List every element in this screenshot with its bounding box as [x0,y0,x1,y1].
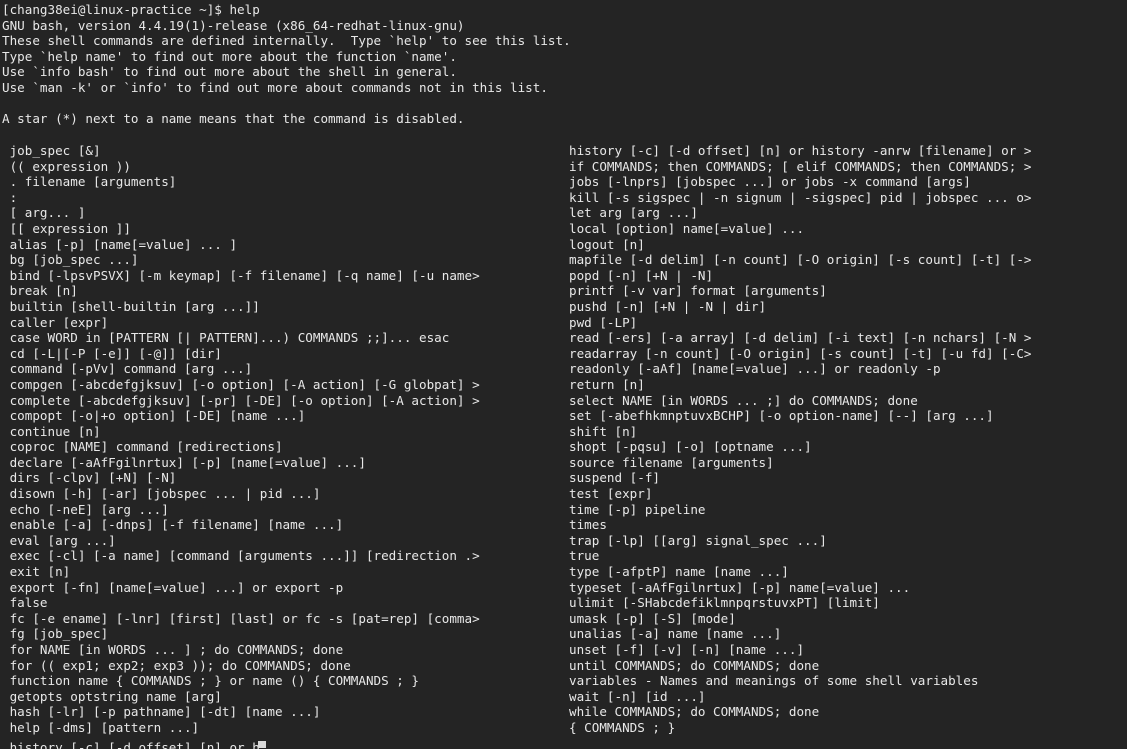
builtin-entry: shift [n] [569,423,638,439]
builtin-entry: shopt [-pqsu] [-o] [optname ...] [569,439,812,455]
builtin-entry: while COMMANDS; do COMMANDS; done [569,704,820,720]
builtin-entry: cd [-L|[-P [-e]] [-@]] [dir] [2,345,222,361]
builtin-entry: function name { COMMANDS ; } or name () … [2,673,420,689]
builtin-entry: select NAME [in WORDS ... ;] do COMMANDS… [569,392,918,408]
builtin-entry: help [-dms] [pattern ...] [2,719,200,735]
builtin-entry: dirs [-clpv] [+N] [-N] [2,470,177,486]
builtin-entry: printf [-v var] format [arguments] [569,283,827,299]
builtin-entry: bg [job_spec ...] [2,252,139,268]
builtin-entry: enable [-a] [-dnps] [-f filename] [name … [2,517,344,533]
builtin-entry: return [n] [569,376,645,392]
builtin-entry: variables - Names and meanings of some s… [569,673,979,689]
builtin-entry: local [option] name[=value] ... [569,220,805,236]
builtin-list-left-column: job_spec [&] (( expression )) . filename… [2,143,567,736]
builtin-list-right-column: history [-c] [-d offset] [n] or history … [569,143,1127,736]
builtin-entry: [[ expression ]] [2,220,131,236]
prompt-line: [chang38ei@linux-practice ~]$ help [2,2,260,17]
builtin-entry: true [569,548,600,564]
builtin-entry: fc [-e ename] [-lnr] [first] [last] or f… [2,610,480,626]
builtin-entry: test [expr] [569,486,653,502]
builtin-entry: pwd [-LP] [569,314,638,330]
builtin-entry: builtin [shell-builtin [arg ...]] [2,298,260,314]
builtin-entry: eval [arg ...] [2,532,116,548]
builtin-entry: [ arg... ] [2,205,86,221]
builtin-entry: { COMMANDS ; } [569,719,676,735]
terminal-window[interactable]: [chang38ei@linux-practice ~]$ help GNU b… [0,0,1127,749]
builtin-entry: wait [-n] [id ...] [569,688,706,704]
builtin-entry: bind [-lpsvPSVX] [-m keymap] [-f filenam… [2,267,480,283]
header-line-star-note: A star (*) next to a name means that the… [2,111,465,127]
clipped-bottom-row: history [-c] [-d offset] [n] or h [2,740,260,749]
builtin-entry: caller [expr] [2,314,109,330]
builtin-entry: history [-c] [-d offset] [n] or history … [569,143,1032,158]
builtin-entry: readarray [-n count] [-O origin] [-s cou… [569,345,1032,361]
builtin-entry: unset [-f] [-v] [-n] [name ...] [569,642,805,657]
header-line-help-name: Type `help name' to find out more about … [2,48,457,64]
text-cursor[interactable] [258,741,266,748]
builtin-entry: kill [-s sigspec | -n signum | -sigspec]… [569,189,1032,205]
builtin-entry: ulimit [-SHabcdefiklmnpqrstuvxPT] [limit… [569,595,880,611]
builtin-entry: time [-p] pipeline [569,501,706,517]
builtin-entry: : [2,189,18,205]
builtin-entry: coproc [NAME] command [redirections] [2,439,283,455]
builtin-entry: umask [-p] [-S] [mode] [569,610,736,626]
builtin-entry: suspend [-f] [569,470,660,486]
header-line-internal: These shell commands are defined interna… [2,33,571,49]
builtin-entry: pushd [-n] [+N | -N | dir] [569,298,767,314]
builtin-entry: read [-ers] [-a array] [-d delim] [-i te… [569,330,1032,346]
builtin-entry: source filename [arguments] [569,454,774,470]
builtin-entry: continue [n] [2,423,101,439]
builtin-entry: popd [-n] [+N | -N] [569,267,714,283]
builtin-entry: export [-fn] [name[=value] ...] or expor… [2,579,344,595]
builtin-entry: echo [-neE] [arg ...] [2,501,169,517]
builtin-entry: compopt [-o|+o option] [-DE] [name ...] [2,408,306,424]
builtin-entry: case WORD in [PATTERN [| PATTERN]...) CO… [2,330,450,346]
builtin-entry: getopts optstring name [arg] [2,688,222,704]
builtin-entry: jobs [-lnprs] [jobspec ...] or jobs -x c… [569,174,971,190]
builtin-entry: set [-abefhkmnptuvxBCHP] [-o option-name… [569,408,994,424]
builtin-entry: times [569,517,607,533]
builtin-entry: if COMMANDS; then COMMANDS; [ elif COMMA… [569,158,1032,174]
builtin-entry: . filename [arguments] [2,174,177,190]
builtin-entry: (( expression )) [2,158,131,174]
builtin-entry: job_spec [&] [2,143,101,158]
header-line-version: GNU bash, version 4.4.19(1)-release (x86… [2,17,465,33]
builtin-entry: logout [n] [569,236,645,252]
builtin-entry: for NAME [in WORDS ... ] ; do COMMANDS; … [2,642,344,657]
builtin-entry: readonly [-aAf] [name[=value] ...] or re… [569,361,941,377]
builtin-entry: fg [job_spec] [2,626,109,642]
builtin-entry: mapfile [-d delim] [-n count] [-O origin… [569,252,1032,268]
builtin-entry: exit [n] [2,564,71,580]
builtin-entry: break [n] [2,283,78,299]
builtin-entry: false [2,595,48,611]
header-blank-line [2,96,571,112]
header-line-info-bash: Use `info bash' to find out more about t… [2,64,457,80]
builtin-entry: for (( exp1; exp2; exp3 )); do COMMANDS;… [2,657,351,673]
help-header-block: [chang38ei@linux-practice ~]$ help GNU b… [2,2,571,127]
builtin-entry: disown [-h] [-ar] [jobspec ... | pid ...… [2,486,321,502]
builtin-entry: exec [-cl] [-a name] [command [arguments… [2,548,480,564]
builtin-entry: until COMMANDS; do COMMANDS; done [569,657,820,673]
builtin-entry: hash [-lr] [-p pathname] [-dt] [name ...… [2,704,321,720]
builtin-entry: command [-pVv] command [arg ...] [2,361,253,377]
builtin-entry: complete [-abcdefgjksuv] [-pr] [-DE] [-o… [2,392,480,408]
builtin-entry: let arg [arg ...] [569,205,698,221]
builtin-entry: trap [-lp] [[arg] signal_spec ...] [569,532,827,548]
header-line-man-k: Use `man -k' or `info' to find out more … [2,79,548,95]
builtin-entry: declare [-aAfFgilnrtux] [-p] [name[=valu… [2,454,366,470]
builtin-entry: unalias [-a] name [name ...] [569,626,782,642]
builtin-entry: compgen [-abcdefgjksuv] [-o option] [-A … [2,376,480,392]
builtin-entry: typeset [-aAfFgilnrtux] [-p] name[=value… [569,579,911,595]
builtin-entry: type [-afptP] name [name ...] [569,564,789,580]
builtin-entry: alias [-p] [name[=value] ... ] [2,236,238,252]
